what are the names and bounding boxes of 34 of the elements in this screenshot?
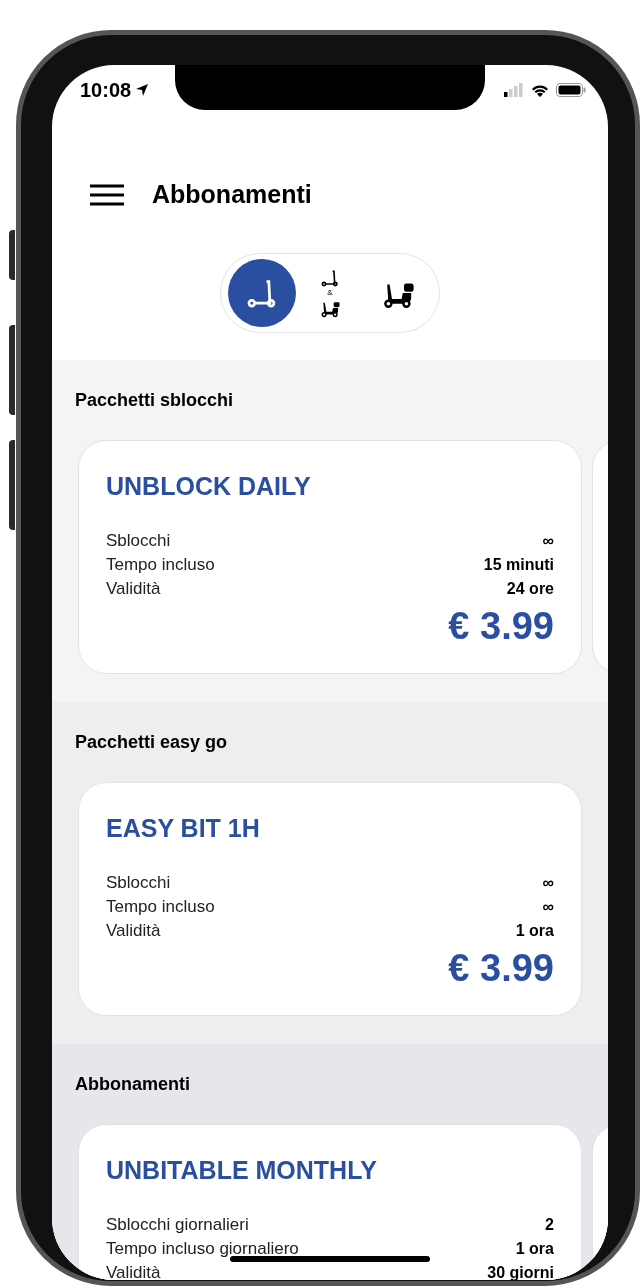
feature-label: Validità bbox=[106, 578, 161, 600]
feature-label: Sblocchi bbox=[106, 530, 171, 552]
feature-value: ∞ bbox=[542, 873, 554, 893]
feature-label: Validità bbox=[106, 920, 161, 942]
plan-price: € 3.99 bbox=[447, 605, 554, 647]
section-heading: Pacchetti sblocchi bbox=[74, 389, 235, 411]
section-heading: Abbonamenti bbox=[74, 1073, 191, 1095]
feature-label: Tempo incluso bbox=[106, 896, 215, 918]
signal-icon bbox=[504, 83, 524, 97]
feature-value: ∞ bbox=[542, 897, 554, 917]
status-time: 10:08 bbox=[80, 78, 132, 103]
vehicle-tab[interactable] bbox=[228, 259, 296, 327]
plan-price: € 3.99 bbox=[447, 947, 554, 989]
location-arrow-icon bbox=[135, 83, 150, 97]
feature-value: 1 ora bbox=[515, 921, 554, 941]
feature-value: 15 minuti bbox=[483, 555, 554, 575]
feature-label: Sblocchi giornalieri bbox=[106, 1214, 249, 1236]
page-title: Abbonamenti bbox=[152, 179, 312, 211]
menu-icon[interactable] bbox=[90, 184, 124, 206]
plan-title: EASY BIT 1H bbox=[106, 813, 261, 843]
feature-label: Sblocchi bbox=[106, 872, 171, 894]
plan-card[interactable]: EASY BIT 1H Sblocchi ∞ Tempo incluso ∞ Validità 1 ora € 3.99 bbox=[78, 782, 582, 1016]
plan-card[interactable]: UNBLOCK DAILY Sblocchi ∞ Tempo incluso 15 minuti Validità 24 ore € 3.99 bbox=[78, 440, 582, 674]
feature-value: ∞ bbox=[542, 531, 554, 551]
battery-icon bbox=[556, 83, 586, 97]
feature-label: Tempo incluso giornaliero bbox=[106, 1238, 299, 1260]
plan-title: UNBITABLE MONTHLY bbox=[106, 1155, 378, 1185]
feature-value: 2 bbox=[545, 1215, 554, 1235]
feature-label: Validità bbox=[106, 1262, 161, 1280]
section-heading: Pacchetti easy go bbox=[74, 731, 229, 753]
plan-title: UNBLOCK DAILY bbox=[106, 471, 312, 501]
feature-label: Tempo incluso bbox=[106, 554, 215, 576]
feature-value: 24 ore bbox=[506, 579, 554, 599]
feature-value: 1 ora bbox=[515, 1239, 554, 1259]
